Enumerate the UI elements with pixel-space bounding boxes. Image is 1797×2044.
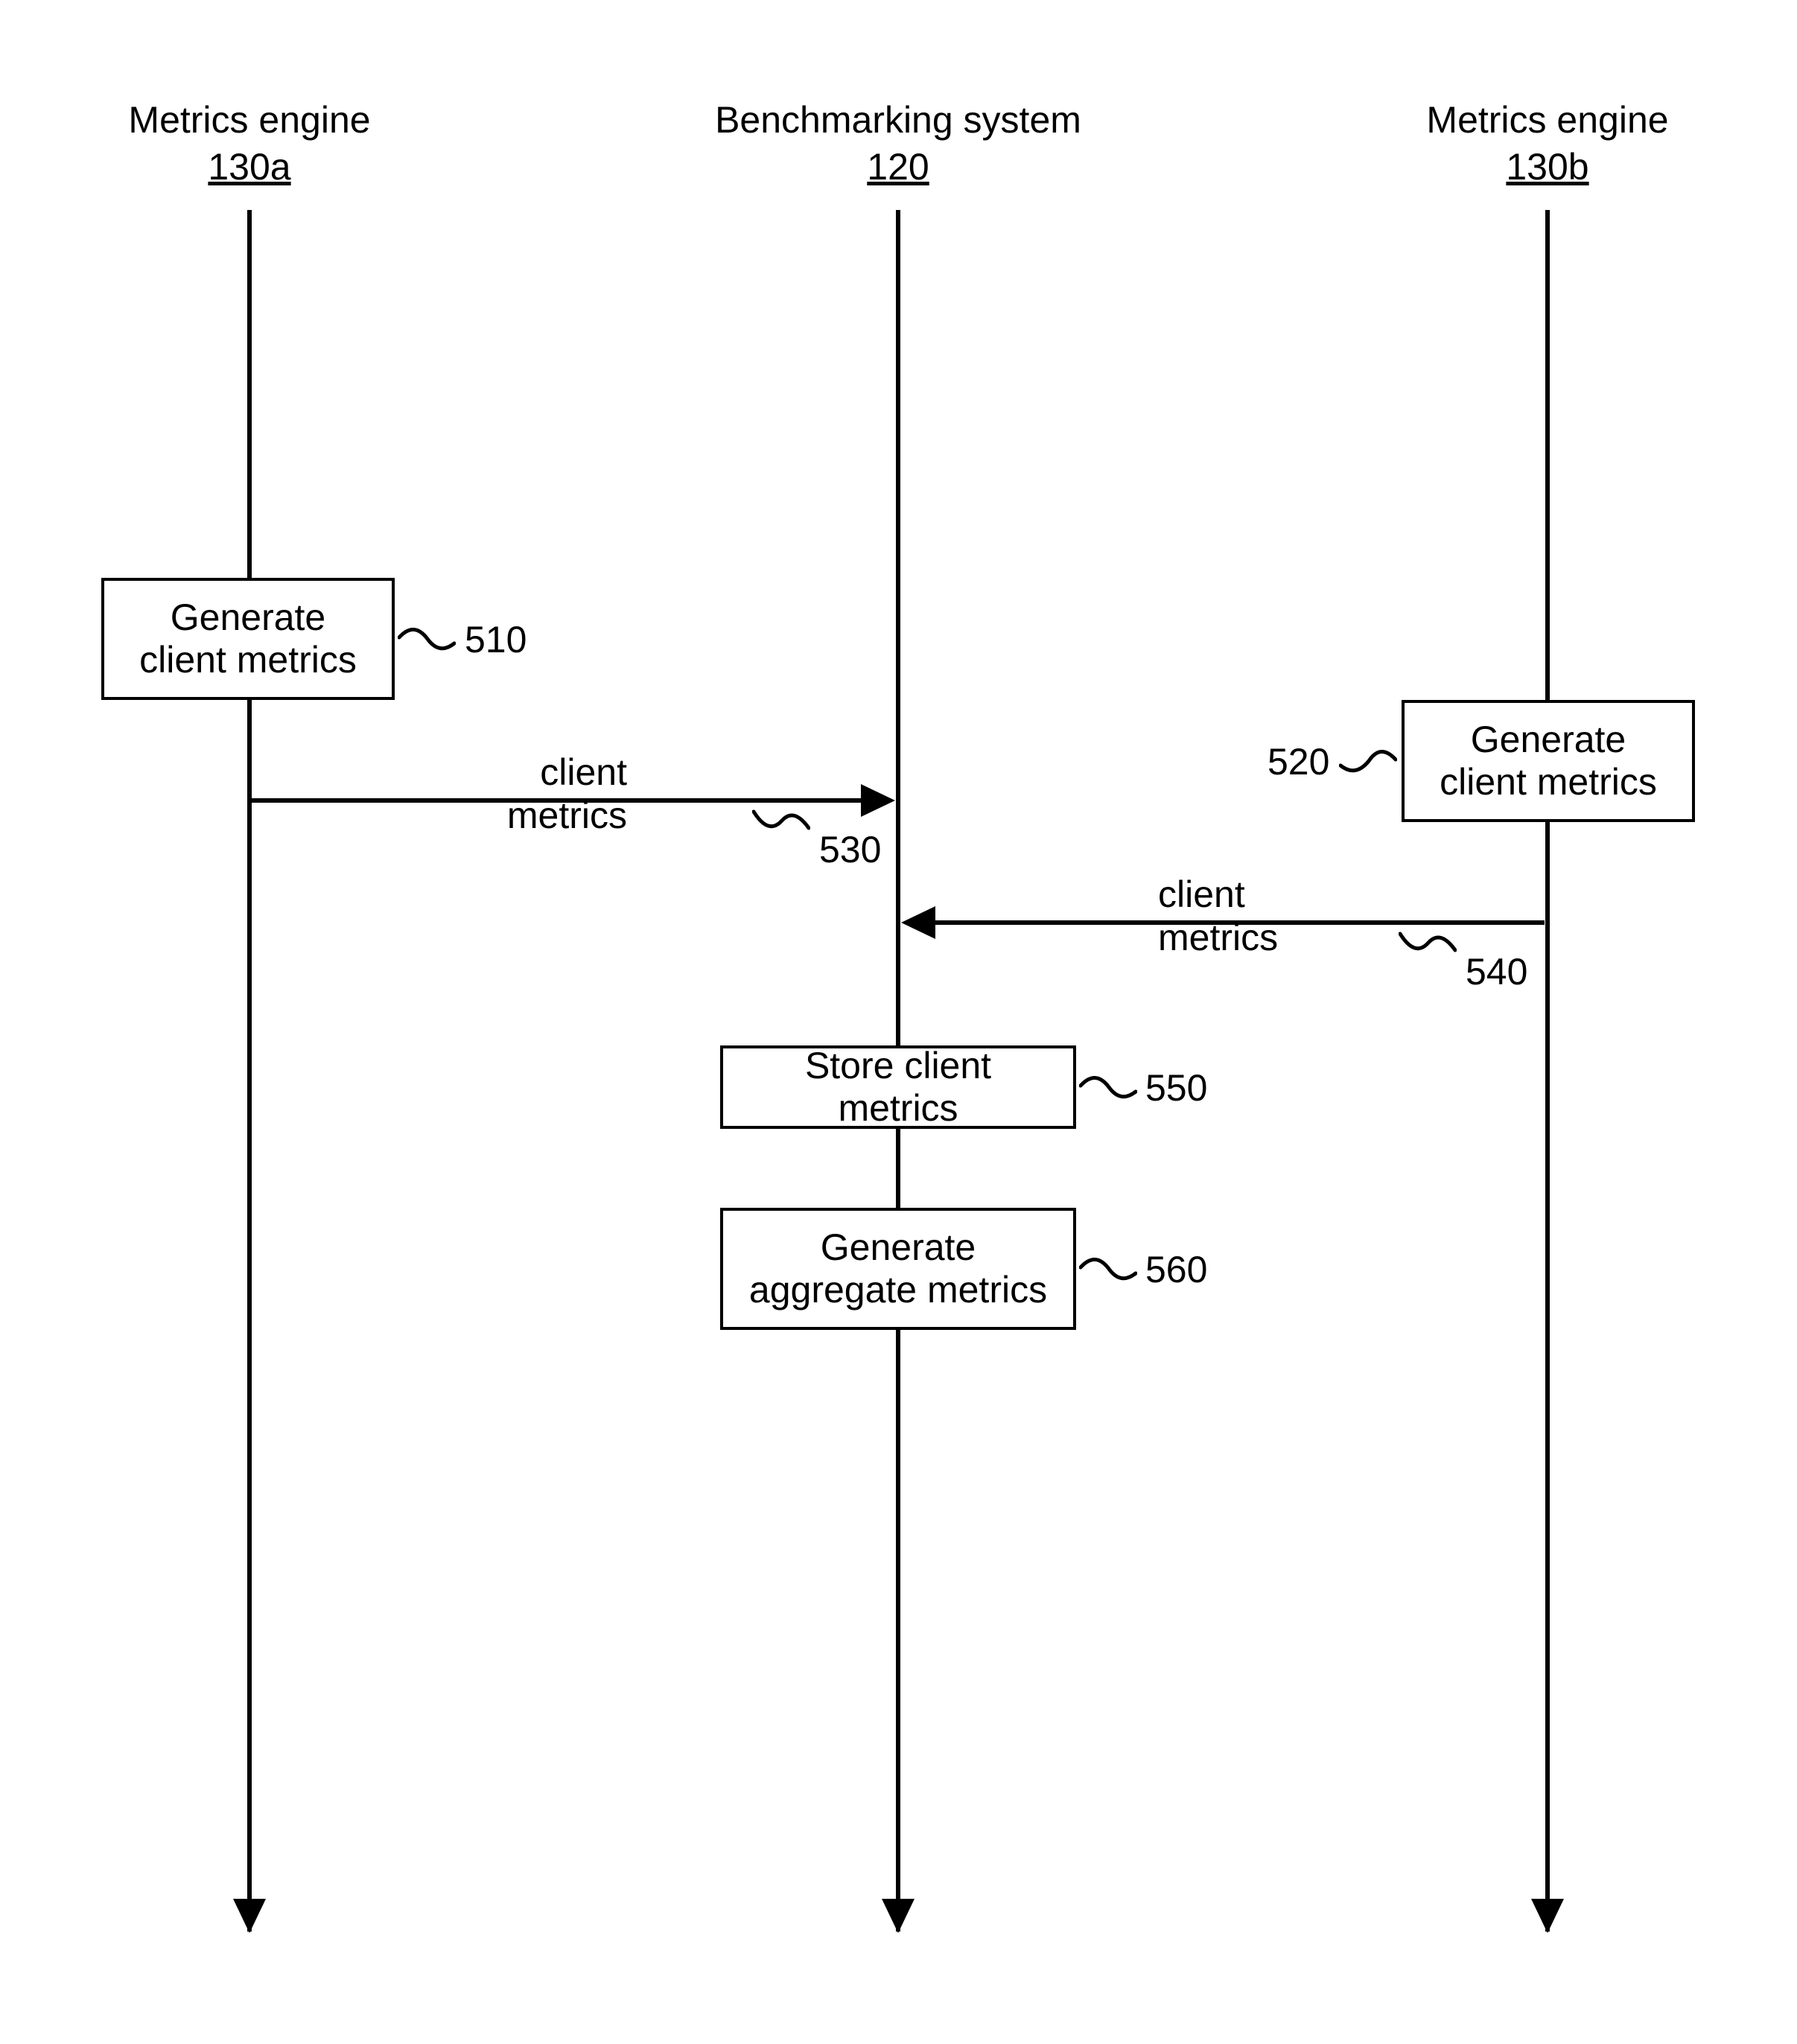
lane-title: Benchmarking system [705,97,1092,144]
ref-label: 530 [819,828,881,871]
box-label: Generate aggregate metrics [741,1226,1055,1312]
box-label: Generate client metrics [1422,719,1674,804]
lane-ref: 120 [705,144,1092,191]
message-label: client metrics [1158,873,1367,959]
box-generate-aggregate-metrics: Generate aggregate metrics [720,1208,1076,1330]
lane-header-right: Metrics engine 130b [1354,97,1741,190]
arrow-head-left-icon [901,906,935,939]
message-arrow-530 [252,798,862,803]
arrow-head-right-icon [861,784,895,817]
leader-squiggle-icon [1339,746,1397,779]
sequence-diagram: Metrics engine 130a Benchmarking system … [0,0,1797,2044]
leader-squiggle-icon [1079,1072,1137,1105]
leader-squiggle-icon [398,624,456,657]
box-label: Generate client metrics [122,596,374,682]
lifeline-left [247,210,252,1932]
lane-title: Metrics engine [1354,97,1741,144]
message-arrow-540 [934,920,1545,925]
lane-ref: 130a [56,144,443,191]
ref-label: 560 [1145,1248,1207,1291]
lane-ref: 130b [1354,144,1741,191]
leader-squiggle-icon [1079,1254,1137,1287]
ref-label: 510 [465,618,527,661]
box-store-client-metrics: Store client metrics [720,1045,1076,1129]
ref-label: 520 [1268,740,1329,783]
lane-header-center: Benchmarking system 120 [705,97,1092,190]
box-label: Store client metrics [741,1045,1055,1130]
ref-label: 550 [1145,1066,1207,1109]
lifeline-right [1545,210,1550,1932]
lane-title: Metrics engine [56,97,443,144]
box-generate-client-metrics-b: Generate client metrics [1402,700,1695,822]
leader-squiggle-icon [1399,928,1457,961]
message-label: client metrics [419,751,627,837]
lane-header-left: Metrics engine 130a [56,97,443,190]
leader-squiggle-icon [752,806,810,838]
ref-label: 540 [1466,950,1527,993]
box-generate-client-metrics-a: Generate client metrics [101,578,395,700]
